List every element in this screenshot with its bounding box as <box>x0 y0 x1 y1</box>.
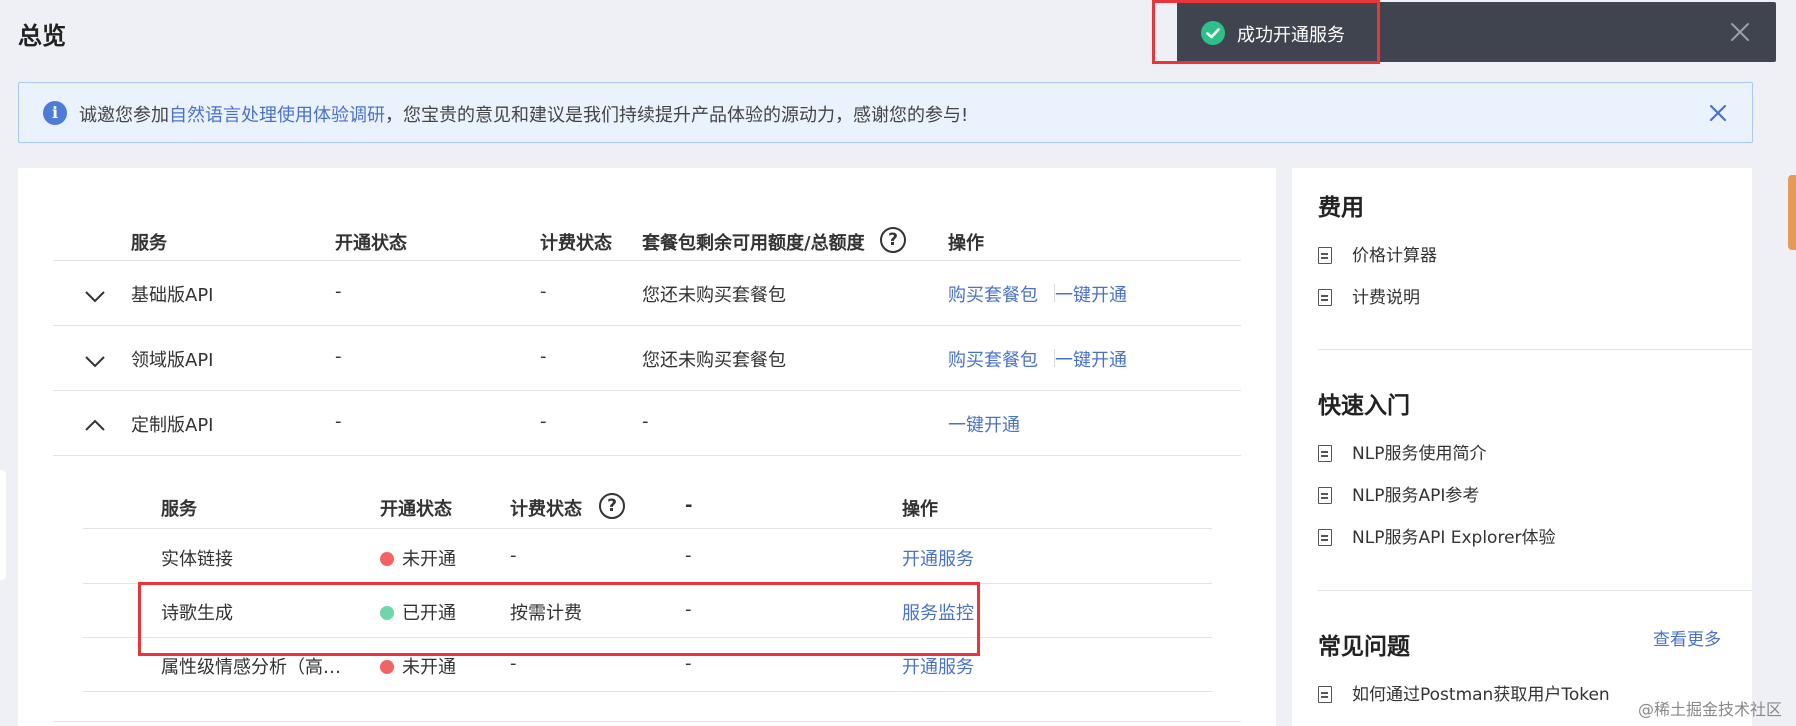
divider <box>53 325 1241 326</box>
toast-highlight-box <box>1152 0 1380 64</box>
quickstart-heading: 快速入门 <box>1318 393 1410 419</box>
status-text: 未开通 <box>402 549 456 570</box>
item-label: NLP服务API参考 <box>1352 486 1480 506</box>
buy-package-link[interactable]: 购买套餐包 <box>948 346 1038 372</box>
divider <box>53 721 1241 722</box>
sub-service-name: 属性级情感分析（高… <box>161 657 341 678</box>
one-click-open-link[interactable]: 一键开通 <box>1055 346 1127 372</box>
sub-service-extra: - <box>685 545 692 566</box>
help-icon[interactable]: ? <box>880 227 906 253</box>
col-service: 服务 <box>131 233 167 254</box>
sidebar-item-api-reference[interactable]: NLP服务API参考 <box>1318 481 1479 506</box>
chevron-down-icon[interactable] <box>84 354 106 368</box>
item-label: NLP服务API Explorer体验 <box>1352 528 1556 548</box>
document-icon <box>1318 487 1332 504</box>
divider <box>53 260 1241 261</box>
left-edge-tab <box>0 470 6 580</box>
document-icon <box>1318 529 1332 546</box>
sidebar-item-intro[interactable]: NLP服务使用简介 <box>1318 439 1486 464</box>
chevron-up-icon[interactable] <box>84 417 106 431</box>
item-label: NLP服务使用简介 <box>1352 444 1487 464</box>
banner-text: 诚邀您参加自然语言处理使用体验调研，您宝贵的意见和建议是我们持续提升产品体验的源… <box>79 101 968 127</box>
banner-close-icon[interactable] <box>1708 103 1728 123</box>
sub-service-status: 未开通 <box>380 653 456 679</box>
sub-service-extra: - <box>685 653 692 674</box>
open-service-link[interactable]: 开通服务 <box>902 545 974 571</box>
sub-service-billing: - <box>510 653 517 674</box>
buy-package-link[interactable]: 购买套餐包 <box>948 281 1038 307</box>
row-highlight-box <box>138 582 980 656</box>
item-label: 价格计算器 <box>1352 246 1437 266</box>
service-billing: - <box>540 411 547 432</box>
col-quota: 套餐包剩余可用额度/总额度 <box>642 233 865 254</box>
document-icon <box>1318 686 1332 703</box>
service-quota: 您还未购买套餐包 <box>642 350 786 371</box>
service-status: - <box>335 346 342 367</box>
sub-col-extra: - <box>685 495 693 516</box>
divider <box>1318 590 1752 591</box>
sub-service-billing: - <box>510 545 517 566</box>
faq-heading: 常见问题 <box>1318 634 1410 660</box>
survey-link[interactable]: 自然语言处理使用体验调研 <box>169 105 385 126</box>
sub-col-status: 开通状态 <box>380 499 452 520</box>
service-quota: - <box>642 411 649 432</box>
service-name: 基础版API <box>131 285 214 306</box>
close-icon[interactable] <box>1728 20 1752 44</box>
status-dot-off <box>380 552 394 566</box>
sub-service-name: 实体链接 <box>161 549 233 570</box>
document-icon <box>1318 247 1332 264</box>
status-dot-off <box>380 660 394 674</box>
document-icon <box>1318 445 1332 462</box>
item-label: 如何通过Postman获取用户Token <box>1352 685 1610 705</box>
fees-heading: 费用 <box>1318 195 1364 221</box>
sidebar-item-billing-guide[interactable]: 计费说明 <box>1318 283 1420 308</box>
divider <box>1318 349 1752 350</box>
col-billing: 计费状态 <box>540 233 612 254</box>
one-click-open-link[interactable]: 一键开通 <box>948 411 1020 437</box>
service-billing: - <box>540 346 547 367</box>
one-click-open-link[interactable]: 一键开通 <box>1055 281 1127 307</box>
page-title: 总览 <box>18 22 66 50</box>
divider <box>53 455 1241 456</box>
document-icon <box>1318 289 1332 306</box>
info-icon: i <box>43 101 67 125</box>
watermark: @稀土掘金技术社区 <box>1637 700 1782 719</box>
sub-col-billing: 计费状态 <box>510 499 582 520</box>
status-text: 未开通 <box>402 657 456 678</box>
col-status: 开通状态 <box>335 233 407 254</box>
open-service-link[interactable]: 开通服务 <box>902 653 974 679</box>
sidebar-item-price-calculator[interactable]: 价格计算器 <box>1318 241 1437 266</box>
sub-service-status: 未开通 <box>380 545 456 571</box>
chevron-down-icon[interactable] <box>84 289 106 303</box>
service-name: 定制版API <box>131 415 214 436</box>
service-billing: - <box>540 281 547 302</box>
sidebar-item-api-explorer[interactable]: NLP服务API Explorer体验 <box>1318 523 1556 548</box>
service-name: 领域版API <box>131 350 214 371</box>
service-status: - <box>335 411 342 432</box>
service-status: - <box>335 281 342 302</box>
divider <box>83 691 1212 692</box>
sidebar-item-faq-postman[interactable]: 如何通过Postman获取用户Token <box>1318 680 1610 705</box>
sub-col-actions: 操作 <box>902 499 938 520</box>
survey-banner: i 诚邀您参加自然语言处理使用体验调研，您宝贵的意见和建议是我们持续提升产品体验… <box>18 82 1753 143</box>
view-more-link[interactable]: 查看更多 <box>1653 625 1721 650</box>
help-sidebar: 费用 价格计算器 计费说明 快速入门 NLP服务使用简介 NLP服务API参考 … <box>1292 168 1752 726</box>
col-actions: 操作 <box>948 233 984 254</box>
banner-suffix: ，您宝贵的意见和建议是我们持续提升产品体验的源动力，感谢您的参与! <box>385 105 969 126</box>
help-icon[interactable]: ? <box>599 493 625 519</box>
divider <box>83 528 1212 529</box>
sub-col-service: 服务 <box>161 499 197 520</box>
scroll-indicator[interactable] <box>1788 175 1796 250</box>
service-quota: 您还未购买套餐包 <box>642 285 786 306</box>
banner-prefix: 诚邀您参加 <box>79 105 169 126</box>
item-label: 计费说明 <box>1352 288 1420 308</box>
divider <box>53 390 1241 391</box>
